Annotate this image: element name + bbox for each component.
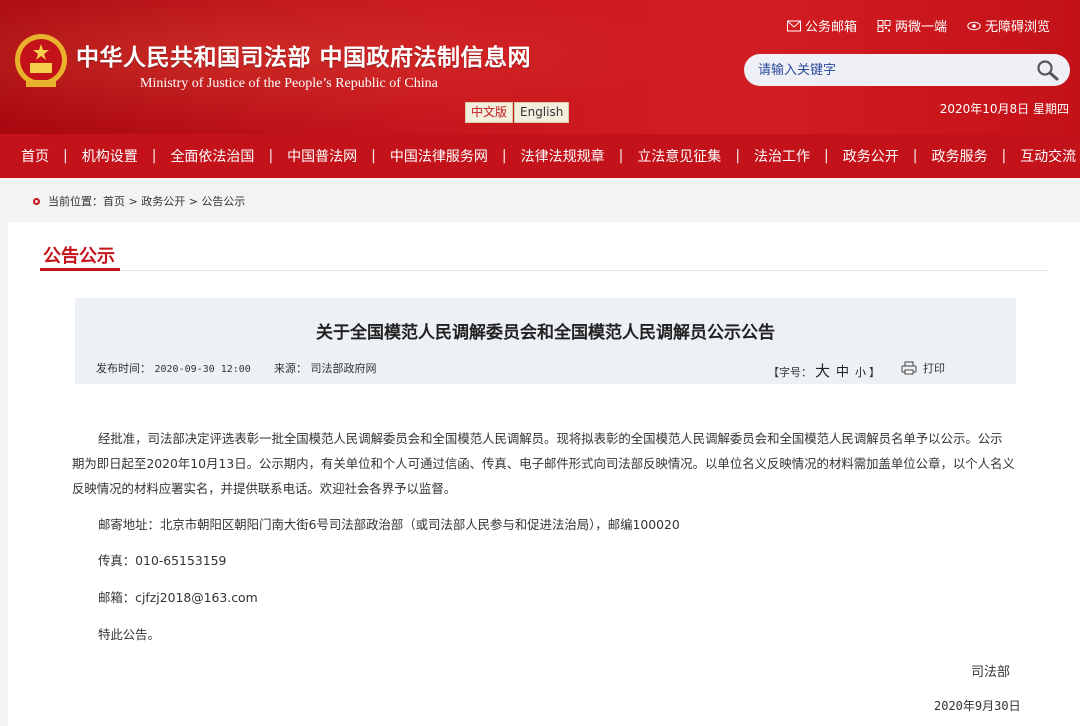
current-date: 2020年10月8日 星期四	[939, 102, 1069, 116]
nav-item-legal-service[interactable]: 中国法律服务网	[390, 146, 488, 166]
breadcrumb-announcements[interactable]: 公告公示	[201, 193, 245, 209]
font-size-close: 】	[869, 366, 881, 379]
site-subtitle: Ministry of Justice of the People’s Repu…	[140, 76, 438, 91]
nav-item-laws-regulations[interactable]: 法律法规规章	[521, 146, 605, 166]
eye-icon	[967, 21, 981, 30]
breadcrumb-separator: >	[188, 194, 198, 208]
breadcrumb-prefix: 当前位置：	[48, 195, 103, 208]
content-panel: 公告公示 关于全国模范人民调解委员会和全国模范人民调解员公示公告 发布时间： 2…	[8, 222, 1080, 726]
official-mail-link[interactable]: 公务邮箱	[786, 16, 857, 35]
nav-item-interaction[interactable]: 互动交流	[1020, 146, 1076, 166]
article-signer: 司法部	[971, 665, 1011, 680]
accessibility-link[interactable]: 无障碍浏览	[967, 16, 1050, 35]
lang-english-button[interactable]: English	[514, 102, 570, 123]
top-links: 公务邮箱 两微一端 无障碍浏览	[786, 16, 1050, 35]
nav-item-legislation-opinion[interactable]: 立法意见征集	[637, 146, 721, 166]
nav-item-legal-work[interactable]: 法治工作	[754, 146, 810, 166]
location-dot-icon	[33, 197, 40, 205]
print-label: 打印	[923, 362, 945, 375]
publish-time-value: 2020-09-30 12:00	[154, 364, 251, 375]
nav-separator: |	[151, 148, 157, 164]
article-header: 关于全国模范人民调解委员会和全国模范人民调解员公示公告 发布时间： 2020-0…	[75, 298, 1016, 384]
site-header: 中华人民共和国司法部 中国政府法制信息网 Ministry of Justice…	[0, 0, 1080, 134]
printer-icon	[901, 361, 917, 375]
nav-separator: |	[268, 148, 274, 164]
nav-separator: |	[501, 148, 507, 164]
search-input[interactable]	[758, 60, 1028, 80]
breadcrumb-government-info[interactable]: 政务公开	[141, 193, 185, 209]
qr-code-icon	[877, 19, 891, 32]
main-nav: 首页 | 机构设置 | 全面依法治国 | 中国普法网 | 中国法律服务网 | 法…	[0, 134, 1080, 178]
breadcrumb-home[interactable]: 首页	[103, 193, 125, 209]
nav-separator: |	[824, 148, 829, 164]
nav-item-government-info[interactable]: 政务公开	[843, 146, 899, 166]
site-title: 中华人民共和国司法部 中国政府法制信息网	[76, 44, 532, 71]
nav-item-organization[interactable]: 机构设置	[82, 146, 138, 166]
article-source: 来源： 司法部政府网	[274, 360, 377, 376]
nav-item-legal-education[interactable]: 中国普法网	[287, 146, 357, 166]
official-mail-label: 公务邮箱	[804, 20, 857, 35]
article-sign-date: 2020年9月30日	[934, 699, 1021, 713]
source-value: 司法部政府网	[310, 362, 377, 375]
nav-separator: |	[618, 148, 624, 164]
national-emblem-icon[interactable]	[12, 30, 70, 92]
nav-separator: |	[735, 148, 741, 164]
mail-icon	[786, 20, 801, 31]
font-large-button[interactable]: 大	[815, 360, 830, 381]
nav-separator: |	[912, 148, 918, 164]
nav-separator: |	[1001, 148, 1007, 164]
section-title: 公告公示	[43, 246, 115, 267]
font-medium-button[interactable]: 中	[836, 361, 849, 380]
font-small-button[interactable]: 小	[855, 364, 866, 380]
breadcrumb-separator: >	[128, 194, 138, 208]
font-size-label: 【字号：	[768, 366, 812, 379]
nav-item-rule-of-law[interactable]: 全面依法治国	[170, 146, 254, 166]
nav-separator: |	[63, 148, 68, 164]
section-title-underline	[40, 268, 120, 271]
weibo-wechat-link[interactable]: 两微一端	[877, 16, 947, 35]
publish-time-label: 发布时间：	[96, 362, 151, 375]
source-label: 来源：	[274, 362, 307, 375]
weibo-wechat-label: 两微一端	[894, 20, 947, 35]
publish-time: 发布时间： 2020-09-30 12:00	[96, 360, 251, 376]
search-icon[interactable]	[1036, 59, 1060, 81]
section-divider	[40, 270, 1048, 271]
article-title: 关于全国模范人民调解委员会和全国模范人民调解员公示公告	[316, 323, 775, 343]
lang-chinese-button[interactable]: 中文版	[465, 102, 514, 123]
nav-item-government-service[interactable]: 政务服务	[931, 146, 987, 166]
nav-item-home[interactable]: 首页	[21, 146, 49, 166]
nav-separator: |	[371, 148, 376, 164]
print-button[interactable]: 打印	[901, 360, 945, 376]
breadcrumb: 当前位置： 首页 > 政务公开 > 公告公示	[33, 193, 245, 209]
font-size-switcher: 【字号： 大 中 小 】	[768, 360, 880, 381]
search-box	[744, 54, 1070, 86]
accessibility-label: 无障碍浏览	[984, 20, 1050, 35]
